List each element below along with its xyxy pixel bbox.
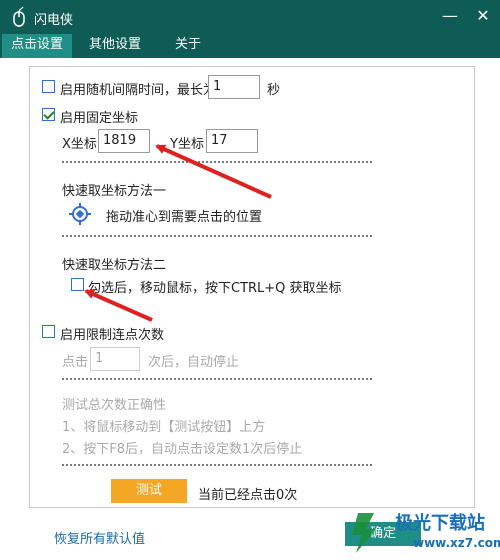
- limit-clicks-label: 启用限制连点次数: [60, 328, 165, 343]
- x-coord-label: X坐标: [62, 137, 97, 152]
- random-interval-input[interactable]: 1: [208, 75, 260, 99]
- method2-label: 勾选后，移动鼠标，按下CTRL+Q 获取坐标: [88, 281, 342, 296]
- crosshair-icon[interactable]: [69, 203, 91, 225]
- test-section-title: 测试总次数正确性: [62, 398, 167, 413]
- watermark-url: www.xz7.com: [413, 536, 500, 550]
- limit-clicks-input[interactable]: 1: [90, 347, 140, 371]
- minimize-button[interactable]: —: [433, 0, 467, 34]
- y-coord-label: Y坐标: [170, 137, 204, 152]
- click-count-status: 当前已经点击0次: [198, 488, 298, 503]
- limit-clicks-prefix: 点击: [62, 355, 89, 370]
- x-coord-input[interactable]: 1819: [98, 129, 150, 153]
- y-coord-input[interactable]: 17: [206, 129, 258, 153]
- close-button[interactable]: ✕: [466, 0, 500, 34]
- random-interval-unit: 秒: [267, 83, 281, 98]
- divider: [62, 464, 372, 466]
- mouse-icon: [13, 6, 25, 27]
- method1-desc: 拖动准心到需要点击的位置: [106, 210, 263, 225]
- fixed-coord-checkbox[interactable]: [42, 108, 55, 121]
- test-step-2: 2、按下F8后，自动点击设定数1次后停止: [62, 442, 303, 457]
- tab-about[interactable]: 关于: [160, 34, 216, 58]
- test-button[interactable]: 测试: [111, 479, 187, 503]
- divider: [62, 378, 372, 380]
- method1-title: 快速取坐标方法一: [62, 184, 167, 199]
- divider: [62, 235, 372, 237]
- method2-checkbox[interactable]: [71, 278, 84, 291]
- restore-defaults-link[interactable]: 恢复所有默认值: [54, 528, 145, 547]
- title-bar: 闪电侠 — ✕: [0, 0, 500, 34]
- limit-clicks-suffix: 次后，自动停止: [148, 355, 240, 370]
- divider: [62, 161, 372, 163]
- limit-clicks-checkbox[interactable]: [42, 325, 55, 338]
- window-title: 闪电侠: [34, 13, 74, 28]
- fixed-coord-label: 启用固定坐标: [60, 111, 139, 126]
- tab-other-settings[interactable]: 其他设置: [80, 34, 150, 58]
- tab-click-settings[interactable]: 点击设置: [2, 34, 72, 58]
- tab-bar: 点击设置 其他设置 关于: [0, 34, 500, 58]
- test-step-1: 1、将鼠标移动到【测试按钮】上方: [62, 420, 266, 435]
- watermark-text: 极光下载站: [395, 513, 485, 534]
- random-interval-checkbox[interactable]: [42, 80, 55, 93]
- method2-title: 快速取坐标方法二: [62, 258, 167, 273]
- random-interval-label: 启用随机间隔时间，最长为: [60, 83, 217, 98]
